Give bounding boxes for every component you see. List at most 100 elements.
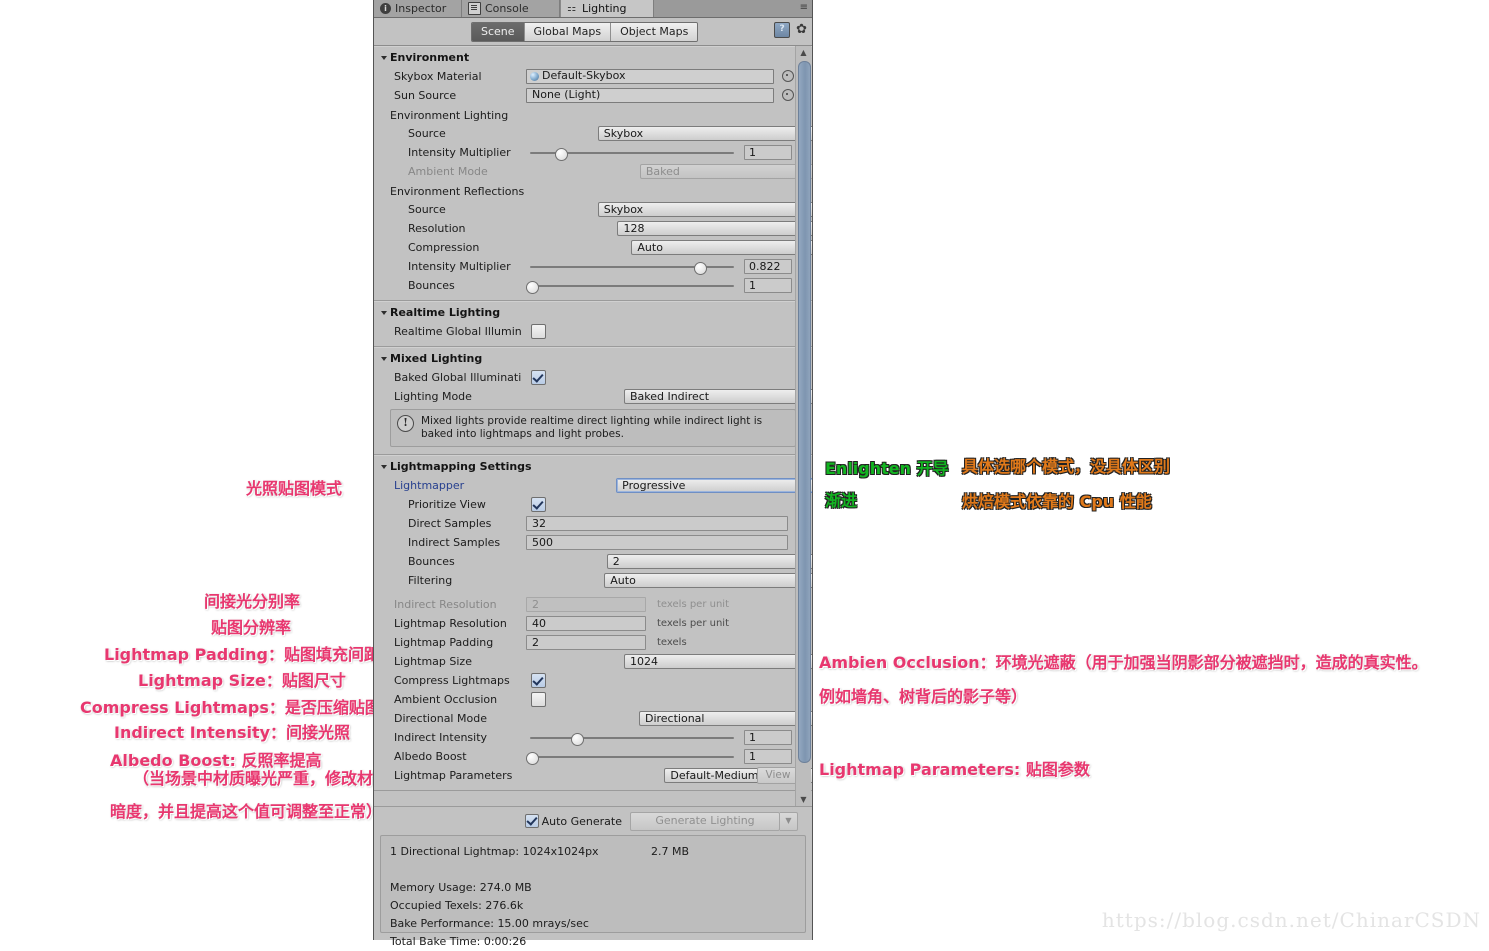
tab-global-maps[interactable]: Global Maps bbox=[524, 23, 612, 41]
row-lightmap-size: Lightmap Size 1024 ▲▼ bbox=[374, 652, 812, 670]
hamburger-menu-icon[interactable]: ≡ bbox=[790, 2, 808, 14]
generate-lighting-dropdown-icon[interactable]: ▼ bbox=[780, 811, 798, 831]
tab-inspector[interactable]: i Inspector bbox=[374, 0, 462, 17]
baked-gi-checkbox[interactable] bbox=[531, 369, 546, 385]
lightmap-padding-input[interactable]: 2 bbox=[526, 634, 646, 650]
filtering-dropdown[interactable]: Auto ▲▼ bbox=[604, 572, 812, 588]
section-environment-title: Environment bbox=[390, 51, 470, 64]
lighting-mode-value: Baked Indirect bbox=[629, 389, 710, 403]
compress-lightmaps-label: Compress Lightmaps bbox=[394, 673, 510, 687]
scrollbar-thumb[interactable] bbox=[798, 61, 811, 763]
indirect-resolution-input: 2 bbox=[526, 596, 646, 612]
auto-generate-checkbox[interactable] bbox=[524, 814, 539, 828]
reflection-bounces-label: Bounces bbox=[408, 278, 455, 292]
direct-samples-label: Direct Samples bbox=[408, 516, 492, 530]
sun-source-field[interactable]: None (Light) bbox=[526, 87, 774, 103]
env-intensity-value[interactable]: 1 bbox=[744, 144, 792, 160]
reflection-bounces-slider[interactable] bbox=[526, 278, 738, 294]
skybox-material-label: Skybox Material bbox=[394, 69, 482, 83]
lightmap-resolution-input[interactable]: 40 bbox=[526, 615, 646, 631]
disclosure-triangle-icon bbox=[381, 310, 387, 315]
annotation-albedo-boost-line2: （当场景中材质曝光严重，修改材质 bbox=[133, 769, 390, 788]
section-realtime-lighting-header[interactable]: Realtime Lighting bbox=[374, 305, 812, 322]
annotation-compress-lightmaps: Compress Lightmaps：是否压缩贴图 bbox=[80, 698, 381, 717]
slider-knob[interactable] bbox=[694, 261, 707, 275]
env-lighting-source-dropdown[interactable]: Skybox ▲▼ bbox=[597, 125, 812, 141]
reflection-source-dropdown[interactable]: Skybox ▲▼ bbox=[597, 201, 812, 217]
indirect-intensity-slider[interactable] bbox=[526, 730, 738, 746]
albedo-boost-slider[interactable] bbox=[526, 749, 738, 765]
slider-track bbox=[530, 736, 734, 739]
stat-occupied-texels: Occupied Texels: 276.6k bbox=[390, 899, 524, 912]
env-intensity-slider[interactable] bbox=[526, 145, 738, 161]
reflection-intensity-value[interactable]: 0.822 bbox=[744, 258, 792, 274]
lighting-stats-box: 1 Directional Lightmap: 1024x1024px 2.7 … bbox=[380, 835, 806, 948]
auto-generate-toggle[interactable]: Auto Generate bbox=[524, 814, 622, 828]
row-compress-lightmaps: Compress Lightmaps bbox=[374, 671, 812, 689]
reflection-intensity-slider[interactable] bbox=[526, 259, 738, 275]
filtering-label: Filtering bbox=[408, 573, 453, 587]
tab-console[interactable]: Console bbox=[462, 0, 560, 17]
directional-mode-dropdown[interactable]: Directional ▲▼ bbox=[638, 710, 812, 726]
row-skybox-material: Skybox Material Default-Skybox bbox=[374, 67, 812, 85]
row-ambient-occlusion: Ambient Occlusion bbox=[374, 690, 812, 708]
slider-track bbox=[530, 755, 734, 758]
sun-source-picker-icon[interactable] bbox=[782, 89, 794, 101]
help-book-icon[interactable]: ? bbox=[774, 22, 791, 38]
lightmap-size-dropdown[interactable]: 1024 ▲▼ bbox=[623, 653, 812, 669]
slider-knob[interactable] bbox=[526, 280, 539, 294]
section-realtime-lighting-title: Realtime Lighting bbox=[390, 306, 501, 319]
warning-icon: ! bbox=[397, 415, 414, 432]
lighting-window: i Inspector Console ⚏ Lighting ≡ Scene G… bbox=[373, 0, 813, 948]
skybox-material-picker-icon[interactable] bbox=[782, 70, 794, 82]
scroll-down-arrow-icon[interactable]: ▼ bbox=[796, 793, 811, 806]
section-mixed-lighting-header[interactable]: Mixed Lighting bbox=[374, 351, 812, 368]
annotation-lightmap-mode: 光照贴图模式 bbox=[246, 479, 343, 498]
tab-lighting-label: Lighting bbox=[582, 2, 627, 15]
reflection-resolution-value: 128 bbox=[623, 221, 645, 235]
section-environment: Environment Skybox Material Default-Skyb… bbox=[374, 46, 812, 301]
prioritize-view-label: Prioritize View bbox=[408, 497, 486, 511]
lightmapper-dropdown[interactable]: Progressive ▲▼ bbox=[616, 477, 812, 493]
scroll-up-arrow-icon[interactable]: ▲ bbox=[796, 46, 811, 59]
watermark: https://blog.csdn.net/ChinarCSDN bbox=[1101, 908, 1481, 932]
lightmapper-value: Progressive bbox=[622, 478, 686, 492]
realtime-gi-checkbox[interactable] bbox=[531, 323, 546, 339]
skybox-material-field[interactable]: Default-Skybox bbox=[526, 68, 774, 84]
slider-knob[interactable] bbox=[526, 751, 539, 765]
tab-scene[interactable]: Scene bbox=[472, 23, 525, 41]
section-environment-header[interactable]: Environment bbox=[374, 50, 812, 67]
albedo-boost-label: Albedo Boost bbox=[394, 749, 467, 763]
vertical-scrollbar[interactable]: ▲ ▼ bbox=[795, 46, 811, 806]
lightmap-parameters-value: Default-Medium bbox=[670, 768, 759, 782]
reflection-bounces-value[interactable]: 1 bbox=[744, 277, 792, 293]
environment-reflections-group-label: Environment Reflections bbox=[390, 185, 525, 198]
slider-knob[interactable] bbox=[571, 732, 584, 746]
reflection-resolution-dropdown[interactable]: 128 ▲▼ bbox=[617, 220, 812, 236]
lighting-mode-dropdown[interactable]: Baked Indirect ▲▼ bbox=[623, 388, 812, 404]
annotation-mode-note-1: 具体选哪个模式，没具体区别 bbox=[962, 457, 1171, 476]
indirect-resolution-unit: texels per unit bbox=[657, 598, 729, 610]
indirect-intensity-value[interactable]: 1 bbox=[744, 729, 792, 745]
tab-object-maps[interactable]: Object Maps bbox=[611, 23, 698, 41]
ambient-occlusion-checkbox[interactable] bbox=[531, 691, 546, 707]
prioritize-view-checkbox[interactable] bbox=[531, 496, 546, 512]
section-lightmapping-header[interactable]: Lightmapping Settings bbox=[374, 459, 812, 476]
row-direct-samples: Direct Samples 32 bbox=[374, 514, 812, 532]
compress-lightmaps-checkbox[interactable] bbox=[531, 672, 546, 688]
lightmap-padding-unit: texels bbox=[657, 636, 687, 648]
lm-bounces-dropdown[interactable]: 2 ▲▼ bbox=[606, 553, 812, 569]
reflection-compression-value: Auto bbox=[637, 240, 663, 254]
env-lighting-source-value: Skybox bbox=[603, 126, 644, 140]
albedo-boost-value[interactable]: 1 bbox=[744, 748, 792, 764]
indirect-samples-input[interactable]: 500 bbox=[526, 534, 788, 550]
row-lightmap-resolution: Lightmap Resolution 40 texels per unit bbox=[374, 614, 812, 632]
gear-icon[interactable]: ✿ bbox=[796, 23, 807, 37]
reflection-compression-dropdown[interactable]: Auto ▲▼ bbox=[631, 239, 812, 255]
tab-lighting[interactable]: ⚏ Lighting bbox=[560, 0, 654, 17]
baked-gi-label: Baked Global Illuminati bbox=[394, 370, 522, 384]
direct-samples-input[interactable]: 32 bbox=[526, 515, 788, 531]
annotation-mode-note-2: 烘焙模式依靠的 Cpu 性能 bbox=[962, 492, 1152, 511]
row-albedo-boost: Albedo Boost 1 bbox=[374, 747, 812, 765]
slider-knob[interactable] bbox=[555, 147, 568, 161]
